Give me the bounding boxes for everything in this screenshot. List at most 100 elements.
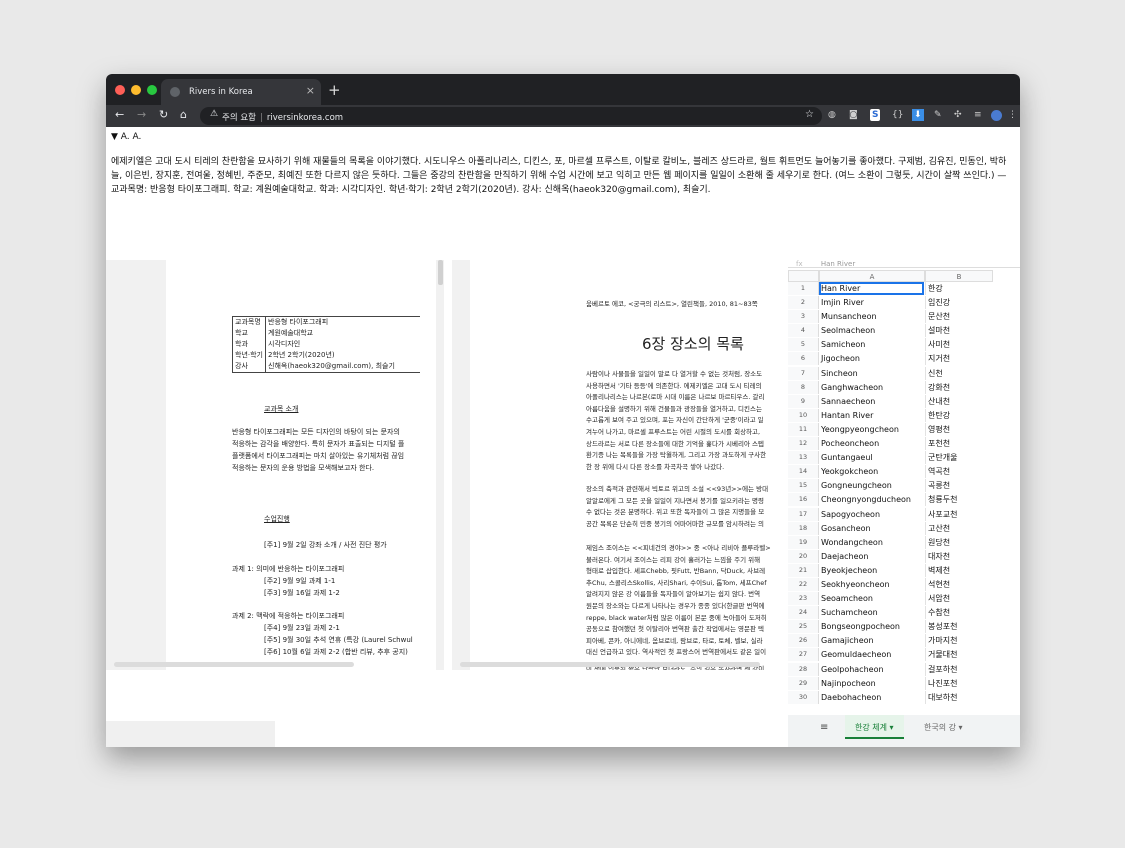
cell-korean-name[interactable]: 걸포하천	[925, 662, 993, 676]
cell-korean-name[interactable]: 대자천	[925, 549, 993, 563]
row-number[interactable]: 6	[788, 352, 819, 366]
row-number[interactable]: 4	[788, 324, 819, 338]
cell-english-name[interactable]: Geomuldaecheon	[819, 648, 924, 661]
close-tab-icon[interactable]: ×	[306, 84, 315, 97]
row-number[interactable]: 25	[788, 620, 819, 634]
edit-extension-icon[interactable]: ✎	[934, 109, 942, 121]
row-number[interactable]: 16	[788, 493, 819, 507]
new-tab-button[interactable]: +	[328, 81, 341, 99]
cell-english-name[interactable]: Samicheon	[819, 338, 924, 351]
cell-korean-name[interactable]: 군탄개울	[925, 451, 993, 465]
cell-korean-name[interactable]: 역곡천	[925, 465, 993, 479]
cell-korean-name[interactable]: 원당천	[925, 535, 993, 549]
cell-english-name[interactable]: Daejacheon	[819, 550, 924, 563]
profile-avatar[interactable]	[991, 110, 1002, 121]
row-number[interactable]: 28	[788, 662, 819, 676]
row-number[interactable]: 24	[788, 606, 819, 620]
zoom-window-button[interactable]	[147, 85, 157, 95]
minimize-window-button[interactable]	[131, 85, 141, 95]
cell-korean-name[interactable]: 서암천	[925, 592, 993, 606]
cell-english-name[interactable]: Ganghwacheon	[819, 381, 924, 394]
cell-english-name[interactable]: Guntangaeul	[819, 451, 924, 464]
row-number[interactable]: 15	[788, 479, 819, 493]
all-sheets-menu-icon[interactable]: ≡	[820, 722, 828, 733]
cell-korean-name[interactable]: 한강	[925, 282, 993, 295]
cell-korean-name[interactable]: 곡릉천	[925, 479, 993, 493]
selected-cell[interactable]: Han River	[819, 282, 924, 295]
cell-korean-name[interactable]: 봉성포천	[925, 620, 993, 634]
column-header-a[interactable]: A	[819, 270, 925, 282]
row-number[interactable]: 11	[788, 422, 819, 436]
cell-english-name[interactable]: Najinpocheon	[819, 677, 924, 690]
row-number[interactable]: 8	[788, 380, 819, 394]
cell-english-name[interactable]: Sannaecheon	[819, 395, 924, 408]
reading-document-pane[interactable]: 움베르토 에코, <궁극의 리스트>, 열린책들, 2010, 81~83쪽 6…	[452, 260, 782, 670]
row-number[interactable]: 29	[788, 676, 819, 690]
bookmark-star-icon[interactable]: ☆	[805, 109, 814, 120]
cell-english-name[interactable]: Byeokjecheon	[819, 564, 924, 577]
globe-extension-icon[interactable]: ◍	[828, 109, 836, 121]
row-number[interactable]: 19	[788, 535, 819, 549]
row-number[interactable]: 12	[788, 437, 819, 451]
cell-korean-name[interactable]: 나진포천	[925, 676, 993, 690]
cell-english-name[interactable]: Bongseongpocheon	[819, 620, 924, 633]
more-menu-icon[interactable]: ⋮	[1008, 109, 1017, 121]
row-number[interactable]: 23	[788, 592, 819, 606]
cell-english-name[interactable]: Gosancheon	[819, 522, 924, 535]
cell-english-name[interactable]: Cheongnyongducheon	[819, 493, 924, 506]
cell-korean-name[interactable]: 신천	[925, 366, 993, 380]
cell-english-name[interactable]: Geolpohacheon	[819, 663, 924, 676]
text-size-controls[interactable]: ▼ A. A.	[111, 132, 141, 142]
row-number[interactable]: 21	[788, 563, 819, 577]
reload-button[interactable]: ↻	[159, 109, 168, 121]
cell-english-name[interactable]: Suchamcheon	[819, 606, 924, 619]
row-number[interactable]: 2	[788, 296, 819, 310]
bracket-extension-icon[interactable]: {}	[892, 109, 903, 121]
row-number[interactable]: 13	[788, 451, 819, 465]
row-number[interactable]: 7	[788, 366, 819, 380]
sheet-tab-korean-rivers[interactable]: 한국의 강 ▾	[924, 722, 963, 733]
row-number[interactable]: 10	[788, 408, 819, 422]
cell-english-name[interactable]: Seokhyeoncheon	[819, 578, 924, 591]
forward-button[interactable]: →	[137, 109, 146, 121]
puzzle-extensions-icon[interactable]: ✣	[954, 109, 962, 121]
cell-korean-name[interactable]: 강화천	[925, 380, 993, 394]
row-number[interactable]: 17	[788, 507, 819, 521]
syllabus-document-pane[interactable]: 교과목명 반응형 타이포그래피 학교 계원예술대학교 학과 시각디자인 학년·학기 2학년 2…	[106, 260, 444, 670]
cell-korean-name[interactable]: 거물대천	[925, 648, 993, 662]
cell-english-name[interactable]: Pocheoncheon	[819, 437, 924, 450]
cell-english-name[interactable]: Yeongpyeongcheon	[819, 423, 924, 436]
spreadsheet-pane[interactable]: fx Han River A B 1 Han River 한강 2 Imjin Rive…	[788, 260, 1020, 747]
cell-korean-name[interactable]: 수참천	[925, 606, 993, 620]
row-number[interactable]: 27	[788, 648, 819, 662]
formula-bar[interactable]: fx Han River	[788, 260, 1020, 268]
cell-english-name[interactable]: Seolmacheon	[819, 324, 924, 337]
row-number[interactable]: 9	[788, 394, 819, 408]
cell-english-name[interactable]: Daebohacheon	[819, 691, 924, 704]
cell-korean-name[interactable]: 벽제천	[925, 563, 993, 577]
sheet-tab-han-river-system[interactable]: 한강 체계 ▾	[845, 715, 904, 739]
cell-korean-name[interactable]: 석현천	[925, 577, 993, 591]
column-header-b[interactable]: B	[925, 270, 993, 282]
row-number[interactable]: 20	[788, 549, 819, 563]
cell-korean-name[interactable]: 문산천	[925, 310, 993, 324]
cell-korean-name[interactable]: 영평천	[925, 422, 993, 436]
row-number[interactable]: 1	[788, 282, 819, 295]
cell-korean-name[interactable]: 고산천	[925, 521, 993, 535]
cell-korean-name[interactable]: 임진강	[925, 296, 993, 310]
cell-english-name[interactable]: Gamajicheon	[819, 634, 924, 647]
cell-english-name[interactable]: Sincheon	[819, 367, 924, 380]
download-extension-icon[interactable]: ⬇	[912, 109, 924, 121]
row-number[interactable]: 5	[788, 338, 819, 352]
doc1-horizontal-scrollbar[interactable]	[114, 662, 354, 667]
s-extension-icon[interactable]: S	[870, 109, 881, 121]
doc1-vertical-scrollbar[interactable]	[438, 260, 443, 285]
cell-english-name[interactable]: Seoamcheon	[819, 592, 924, 605]
playlist-icon[interactable]: ≡	[974, 109, 982, 121]
cell-english-name[interactable]: Imjin River	[819, 296, 924, 309]
cell-korean-name[interactable]: 산내천	[925, 394, 993, 408]
row-number[interactable]: 3	[788, 310, 819, 324]
cell-korean-name[interactable]: 청룡두천	[925, 493, 993, 507]
back-button[interactable]: ←	[115, 109, 124, 121]
cell-korean-name[interactable]: 사미천	[925, 338, 993, 352]
